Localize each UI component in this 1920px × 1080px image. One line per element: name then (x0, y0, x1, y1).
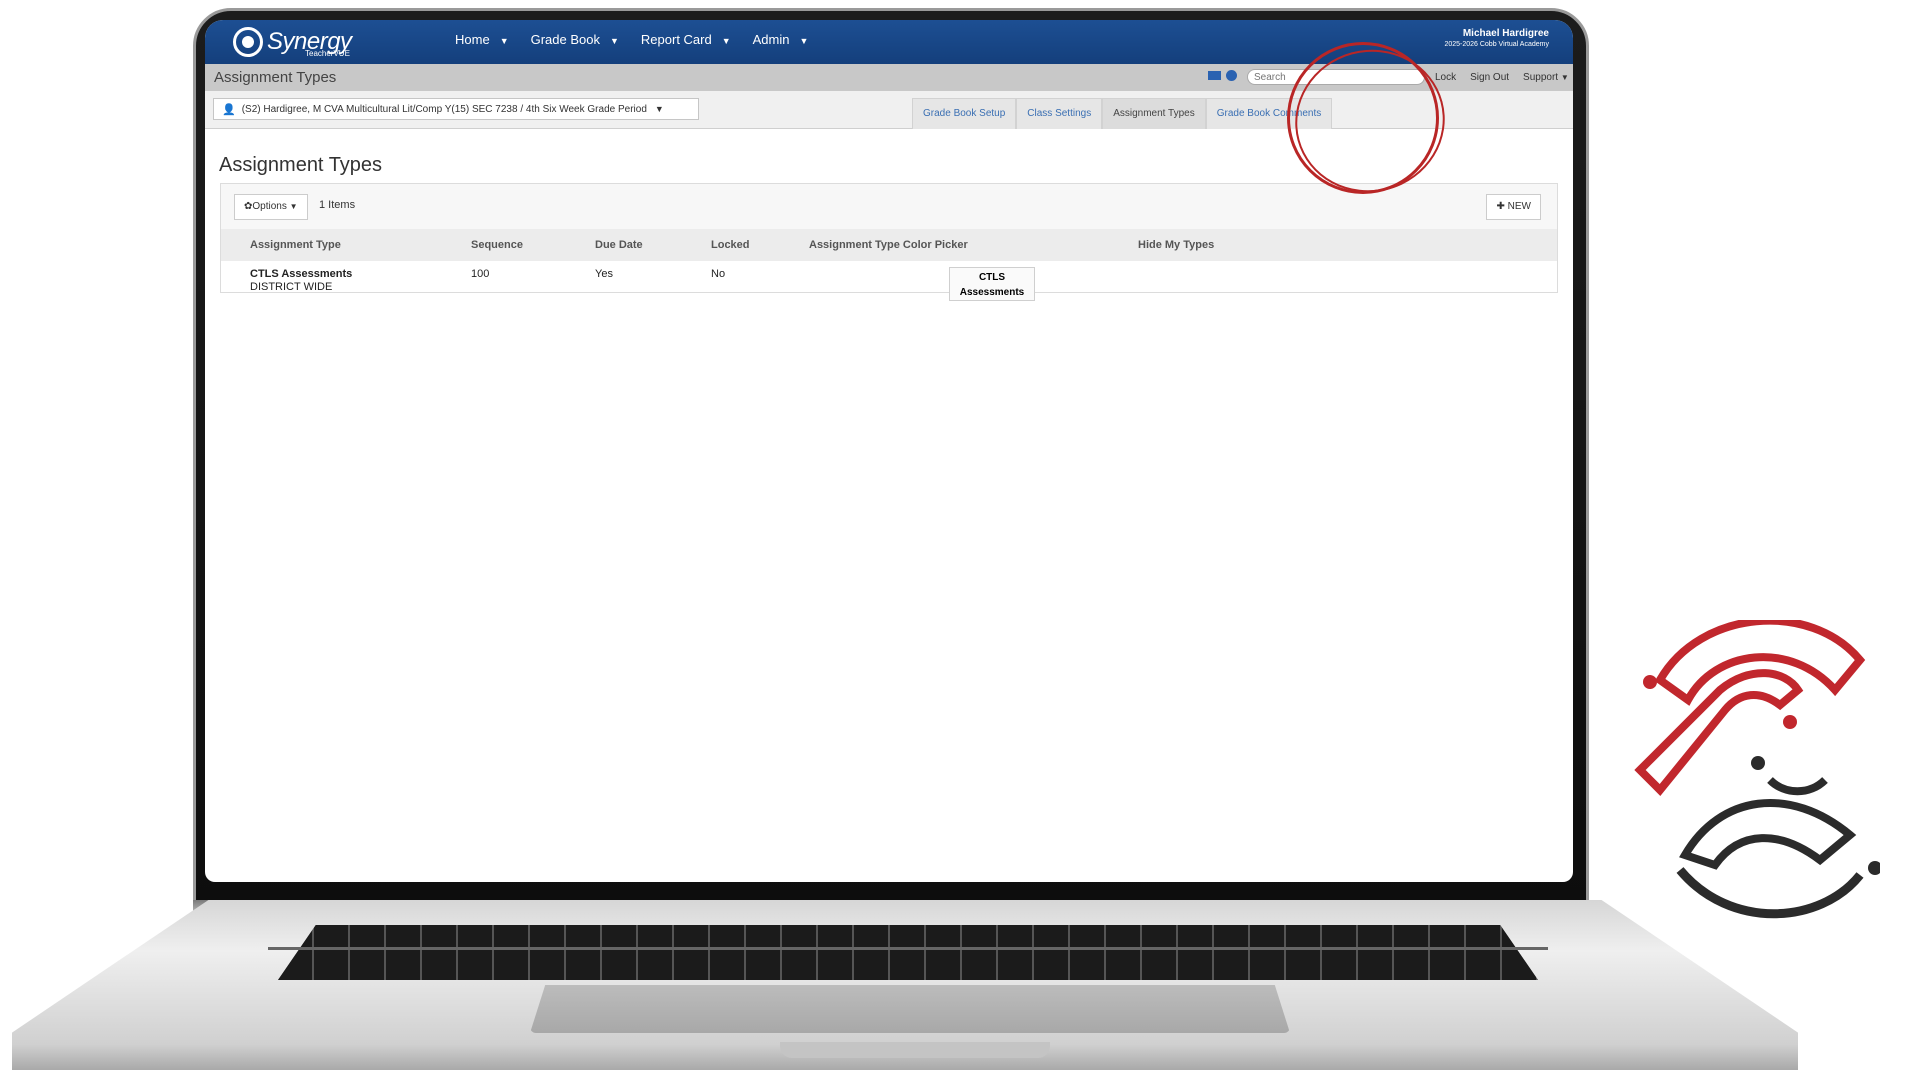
sign-out-link[interactable]: Sign Out (1470, 72, 1509, 83)
synergy-logo-icon (233, 27, 263, 57)
keyboard-row-gap (268, 947, 1548, 950)
col-sequence[interactable]: Sequence (471, 239, 523, 251)
caret-down-icon: ▼ (799, 36, 809, 46)
table-row[interactable]: CTLS Assessments DISTRICT WIDE 100 Yes N… (221, 261, 1557, 301)
user-info[interactable]: Michael Hardigree 2025-2026 Cobb Virtual… (1444, 28, 1549, 48)
new-label: NEW (1507, 201, 1531, 212)
brand-red-dot-2 (1783, 715, 1797, 729)
plus-icon: ✚ (1496, 201, 1505, 212)
color-picker-swatch[interactable]: CTLS Assessments (949, 267, 1035, 301)
logo-subtitle: TeacherVUE (305, 49, 350, 58)
laptop-notch (780, 1042, 1050, 1058)
assignment-type-scope: DISTRICT WIDE (250, 281, 333, 293)
options-button[interactable]: ✿Options ▼ (234, 194, 308, 220)
new-button[interactable]: ✚ NEW (1486, 194, 1541, 220)
nav-grade-book[interactable]: Grade Book ▼ (531, 32, 619, 47)
tab-grade-book-setup[interactable]: Grade Book Setup (912, 98, 1017, 129)
support-menu[interactable]: Support ▼ (1523, 72, 1569, 83)
nav-grade-book-label: Grade Book (530, 32, 600, 47)
mail-icon[interactable] (1208, 71, 1221, 80)
brand-dark-arc-outer (1676, 867, 1864, 919)
lock-link[interactable]: Lock (1435, 72, 1456, 83)
tab-assignment-types[interactable]: Assignment Types (1102, 98, 1206, 129)
laptop-keyboard (278, 925, 1538, 980)
brand-red-arc-inner (1634, 669, 1804, 796)
nav-admin-label: Admin (752, 32, 790, 47)
content-title: Assignment Types (219, 154, 383, 176)
brand-dark-dot-2 (1868, 861, 1880, 875)
nav-home-label: Home (455, 32, 490, 47)
nav-report-card-label: Report Card (640, 32, 712, 47)
page-title: Assignment Types (214, 69, 337, 86)
cell-due-date: Yes (595, 268, 613, 280)
brand-red-arc-outer (1654, 620, 1866, 706)
caret-down-icon: ▼ (499, 36, 509, 46)
globe-icon[interactable] (1226, 70, 1237, 81)
options-label: Options (252, 201, 287, 212)
user-name: Michael Hardigree (1462, 28, 1549, 39)
brand-logo-icon (1634, 620, 1880, 919)
caret-down-icon: ▼ (1560, 73, 1569, 82)
brand-dark-dot-1 (1751, 756, 1765, 770)
nav-report-card[interactable]: Report Card ▼ (641, 32, 731, 47)
class-selector-label: (S2) Hardigree, M CVA Multicultural Lit/… (241, 103, 647, 115)
main-nav: Home ▼ Grade Book ▼ Report Card ▼ Admin ▼ (455, 32, 808, 47)
setup-tabs: Grade Book Setup Class Settings Assignme… (912, 98, 1333, 129)
caret-down-icon: ▼ (654, 104, 664, 114)
laptop-trackpad (530, 985, 1290, 1033)
brand-red-dot-1 (1643, 675, 1657, 689)
cell-assignment-type: CTLS Assessments DISTRICT WIDE (250, 268, 352, 293)
caret-down-icon: ▼ (721, 36, 731, 46)
brand-dark-arc-inner (1767, 776, 1828, 796)
cell-sequence: 100 (471, 268, 490, 280)
laptop-screen: Synergy TeacherVUE Home ▼ Grade Book ▼ Rep… (205, 20, 1573, 882)
user-school: 2025-2026 Cobb Virtual Academy (1444, 41, 1549, 48)
col-due-date[interactable]: Due Date (595, 239, 643, 251)
items-count: 1 Items (319, 199, 356, 211)
nav-admin[interactable]: Admin ▼ (753, 32, 809, 47)
col-color-picker[interactable]: Assignment Type Color Picker (809, 239, 968, 251)
cell-locked: No (711, 268, 726, 280)
assignment-types-panel: ✿Options ▼ 1 Items ✚ NEW Assignment Type… (220, 183, 1558, 301)
brand-dark-arc-middle (1679, 799, 1857, 870)
support-label: Support (1523, 72, 1559, 83)
col-hide-my-types[interactable]: Hide My Types (1138, 239, 1214, 251)
nav-home[interactable]: Home ▼ (455, 32, 509, 47)
table-header: Assignment Type Sequence Due Date Locked… (221, 229, 1557, 261)
caret-down-icon: ▼ (609, 36, 619, 46)
swatch-label-1: CTLS (978, 272, 1006, 283)
utility-links: Lock Sign Out Support ▼ (1435, 72, 1569, 83)
caret-down-icon: ▼ (289, 202, 298, 211)
col-assignment-type[interactable]: Assignment Type (250, 239, 341, 251)
col-locked[interactable]: Locked (711, 239, 750, 251)
person-icon: 👤 (222, 103, 236, 116)
class-selector[interactable]: 👤 (S2) Hardigree, M CVA Multicultural Li… (213, 98, 699, 120)
assignment-type-name: CTLS Assessments (250, 268, 353, 280)
tab-class-settings[interactable]: Class Settings (1016, 98, 1103, 129)
swatch-label-2: Assessments (959, 287, 1025, 298)
